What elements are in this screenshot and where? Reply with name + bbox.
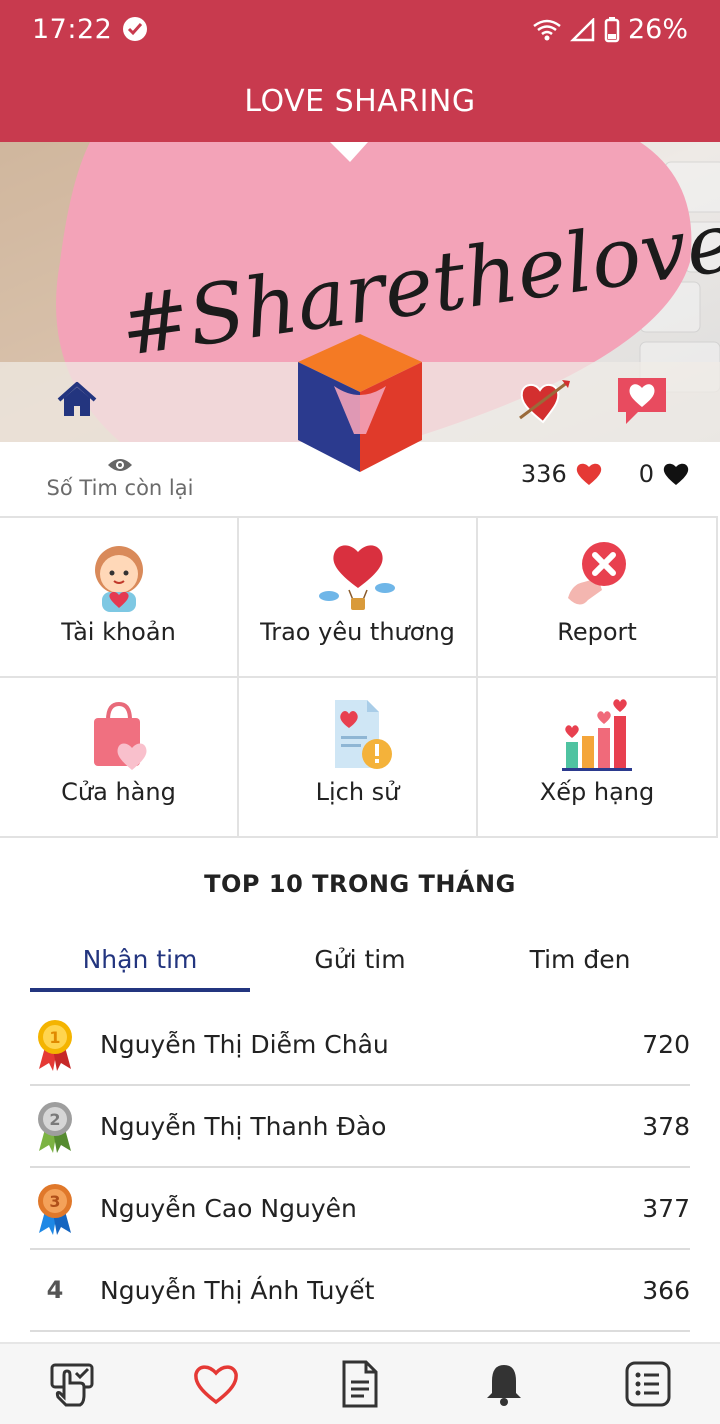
leaderboard-score: 720: [642, 1029, 690, 1059]
touch-check-icon: [50, 1363, 94, 1407]
menu-label: Cửa hàng: [61, 778, 176, 806]
heart-counts: 336 0: [521, 460, 690, 488]
leaderboard-name: Nguyễn Thị Ánh Tuyết: [100, 1275, 375, 1305]
menu-label: Tài khoản: [61, 618, 176, 646]
history-document-icon: [334, 700, 392, 769]
menu-label: Report: [557, 618, 637, 646]
black-heart-count: 0: [638, 460, 654, 488]
menu-ranking[interactable]: Xếp hạng: [476, 678, 718, 838]
gold-medal-icon: 1: [30, 1016, 80, 1072]
menu-grid: Tài khoản Trao yêu thương Report Cửa hàn…: [0, 516, 718, 838]
menu-report[interactable]: Report: [476, 518, 718, 678]
status-bar: 17:22 26%: [0, 0, 720, 62]
menu-history[interactable]: Lịch sử: [237, 678, 478, 838]
menu-label: Lịch sử: [315, 778, 400, 806]
leaderboard-tabs: Nhận tim Gửi tim Tim đen: [30, 940, 690, 992]
leaderboard-name: Nguyễn Cao Nguyên: [100, 1193, 357, 1223]
nav-notifications[interactable]: [477, 1357, 531, 1411]
nav-menu[interactable]: [621, 1357, 675, 1411]
home-icon[interactable]: [55, 378, 99, 422]
battery-icon: [604, 16, 620, 42]
medal-rank: 2: [49, 1110, 60, 1129]
signal-icon: [569, 17, 595, 41]
report-x-icon: [568, 542, 626, 605]
nav-documents[interactable]: [333, 1357, 387, 1411]
tab-black-hearts[interactable]: Tim đen: [470, 940, 690, 992]
leaderboard-name: Nguyễn Thị Diễm Châu: [100, 1029, 389, 1059]
menu-label: Trao yêu thương: [260, 618, 455, 646]
leaderboard-score: 378: [642, 1111, 690, 1141]
heart-chat-icon[interactable]: [614, 374, 670, 428]
heart-icon: [194, 1365, 238, 1405]
bell-icon: [487, 1365, 521, 1406]
document-icon: [342, 1360, 378, 1408]
nav-hearts[interactable]: [189, 1357, 243, 1411]
ranking-chart-icon: [562, 699, 632, 771]
eye-icon[interactable]: [107, 456, 133, 474]
medal-rank: 3: [49, 1192, 60, 1211]
tab-received[interactable]: Nhận tim: [30, 940, 250, 992]
shopping-bag-icon: [93, 701, 146, 770]
menu-store[interactable]: Cửa hàng: [0, 678, 239, 838]
leaderboard-row[interactable]: 2 Nguyễn Thị Thanh Đào 378: [30, 1086, 690, 1168]
status-right: 26%: [532, 14, 688, 45]
leaderboard-list: 1 Nguyễn Thị Diễm Châu 720 2 Nguyễn Thị …: [30, 1004, 690, 1332]
app-logo-cube[interactable]: [294, 334, 426, 474]
menu-label: Xếp hạng: [539, 778, 655, 806]
leaderboard-row[interactable]: 1 Nguyễn Thị Diễm Châu 720: [30, 1004, 690, 1086]
red-heart-count: 336: [520, 460, 567, 488]
nav-checkin[interactable]: [45, 1357, 99, 1411]
account-girl-icon: [94, 546, 143, 612]
menu-give-love[interactable]: Trao yêu thương: [237, 518, 478, 678]
leaderboard-row[interactable]: 3 Nguyễn Cao Nguyên 377: [30, 1168, 690, 1250]
black-heart-icon: [663, 463, 689, 485]
leaderboard-name: Nguyễn Thị Thanh Đào: [100, 1111, 387, 1141]
silver-medal-icon: 2: [30, 1098, 80, 1154]
leaderboard-score: 366: [642, 1275, 690, 1305]
bronze-medal-icon: 3: [30, 1180, 80, 1236]
leaderboard-score: 377: [642, 1193, 690, 1223]
list-icon: [625, 1361, 671, 1407]
status-time: 17:22: [32, 14, 113, 45]
app-title: LOVE SHARING: [244, 84, 476, 119]
leaderboard-row[interactable]: 4 Nguyễn Thị Ánh Tuyết 366: [30, 1250, 690, 1332]
remaining-hearts: Số Tim còn lại: [30, 456, 210, 500]
app-bar: LOVE SHARING: [0, 62, 720, 142]
menu-account[interactable]: Tài khoản: [0, 518, 239, 678]
medal-rank: 1: [49, 1028, 60, 1047]
bottom-nav: [0, 1342, 720, 1424]
leaderboard-title: TOP 10 TRONG THÁNG: [204, 870, 516, 898]
shield-check-icon: [123, 17, 147, 41]
heart-arrow-icon[interactable]: [518, 378, 572, 426]
heart-balloon-icon: [318, 545, 395, 610]
red-heart-icon: [576, 463, 601, 485]
leaderboard-rank: 4: [46, 1276, 64, 1304]
remaining-hearts-label: Số Tim còn lại: [46, 476, 194, 500]
battery-percent: 26%: [627, 14, 688, 45]
tab-sent[interactable]: Gửi tim: [250, 940, 470, 992]
wifi-icon: [533, 19, 561, 40]
